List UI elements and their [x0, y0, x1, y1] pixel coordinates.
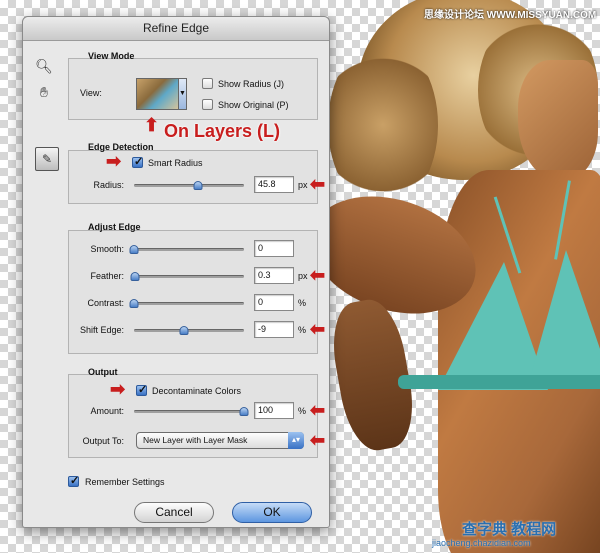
show-radius-checkbox[interactable]: [202, 78, 213, 89]
amount-field[interactable]: 100: [254, 402, 294, 419]
watermark-brand: 查字典 教程网: [462, 521, 557, 538]
show-original-checkbox[interactable]: [202, 99, 213, 110]
contrast-label: Contrast:: [87, 298, 124, 308]
radius-field[interactable]: 45.8: [254, 176, 294, 193]
feather-label: Feather:: [90, 271, 124, 281]
shift-edge-label: Shift Edge:: [79, 325, 124, 335]
remember-settings-label: Remember Settings: [85, 477, 165, 487]
feather-field[interactable]: 0.3: [254, 267, 294, 284]
annotation-arrow-amount: ⬅: [310, 400, 326, 420]
chevron-down-icon: ▼: [179, 90, 186, 97]
decontaminate-label: Decontaminate Colors: [152, 386, 242, 396]
radius-slider-thumb[interactable]: [193, 181, 203, 190]
amount-label: Amount:: [90, 406, 124, 416]
output-to-select[interactable]: New Layer with Layer Mask ▴▾: [136, 432, 304, 449]
smart-radius-checkbox[interactable]: [132, 155, 143, 168]
radius-label: Radius:: [93, 180, 124, 190]
dialog-title: Refine Edge: [23, 17, 329, 41]
decontaminate-checkbox[interactable]: [136, 383, 147, 396]
shift-edge-slider[interactable]: [134, 326, 244, 335]
view-mode-heading: View Mode: [88, 51, 135, 61]
view-label: View:: [80, 88, 102, 98]
smart-radius-label: Smart Radius: [148, 158, 203, 168]
feather-unit: px: [298, 271, 308, 281]
hand-tool[interactable]: ✋︎: [33, 81, 55, 103]
shift-edge-field[interactable]: -9: [254, 321, 294, 338]
smooth-field[interactable]: 0: [254, 240, 294, 257]
annotation-arrow-output-to: ⬅: [310, 430, 326, 450]
view-mode-group: [68, 58, 318, 120]
ok-button[interactable]: OK: [232, 502, 312, 523]
on-layers-annotation: On Layers (L): [164, 121, 281, 141]
feather-slider[interactable]: [130, 272, 244, 281]
shift-edge-unit: %: [298, 325, 307, 335]
annotation-arrow-smart-radius: ➡: [106, 151, 122, 171]
refine-brush-tool[interactable]: ✎: [35, 147, 59, 171]
watermark-url: jiaocheng.chazidian.com: [432, 538, 531, 548]
photo-layer: [318, 0, 600, 553]
radius-slider[interactable]: [134, 181, 244, 190]
annotation-arrow-radius: ⬅: [310, 174, 326, 194]
annotation-arrow-feather: ⬅: [310, 265, 326, 285]
annotation-arrow-up: ⬆: [144, 115, 160, 135]
view-mode-preview[interactable]: [136, 78, 180, 110]
stepper-arrows-icon: ▴▾: [288, 432, 304, 449]
output-to-value: New Layer with Layer Mask: [143, 435, 248, 445]
amount-slider[interactable]: [134, 407, 249, 416]
annotation-arrow-decontaminate: ➡: [110, 379, 126, 399]
show-original-label: Show Original (P): [218, 100, 289, 110]
feather-slider-thumb[interactable]: [130, 272, 140, 281]
annotation-arrow-shift-edge: ⬅: [310, 319, 326, 339]
output-to-label: Output To:: [82, 436, 124, 446]
shift-edge-slider-thumb[interactable]: [179, 326, 189, 335]
radius-unit: px: [298, 180, 308, 190]
amount-unit: %: [298, 406, 307, 416]
zoom-tool[interactable]: 🔍︎: [33, 55, 55, 77]
contrast-slider[interactable]: [129, 299, 244, 308]
magnifier-icon: 🔍︎: [35, 57, 53, 74]
smooth-label: Smooth:: [90, 244, 124, 254]
contrast-field[interactable]: 0: [254, 294, 294, 311]
adjust-edge-heading: Adjust Edge: [88, 222, 141, 232]
show-radius-label: Show Radius (J): [218, 79, 285, 89]
cancel-button[interactable]: Cancel: [134, 502, 214, 523]
view-mode-dropdown[interactable]: ▼: [178, 78, 187, 110]
output-heading: Output: [88, 367, 118, 377]
amount-slider-thumb[interactable]: [239, 407, 249, 416]
hand-icon: ✋︎: [40, 83, 48, 100]
watermark-top: 思缘设计论坛 WWW.MISSYUAN.COM: [424, 10, 597, 21]
remember-settings-checkbox[interactable]: [68, 474, 79, 487]
refine-brush-icon: ✎: [41, 152, 53, 166]
contrast-unit: %: [298, 298, 307, 308]
smooth-slider[interactable]: [129, 245, 244, 254]
smooth-slider-thumb[interactable]: [129, 245, 139, 254]
contrast-slider-thumb[interactable]: [129, 299, 139, 308]
